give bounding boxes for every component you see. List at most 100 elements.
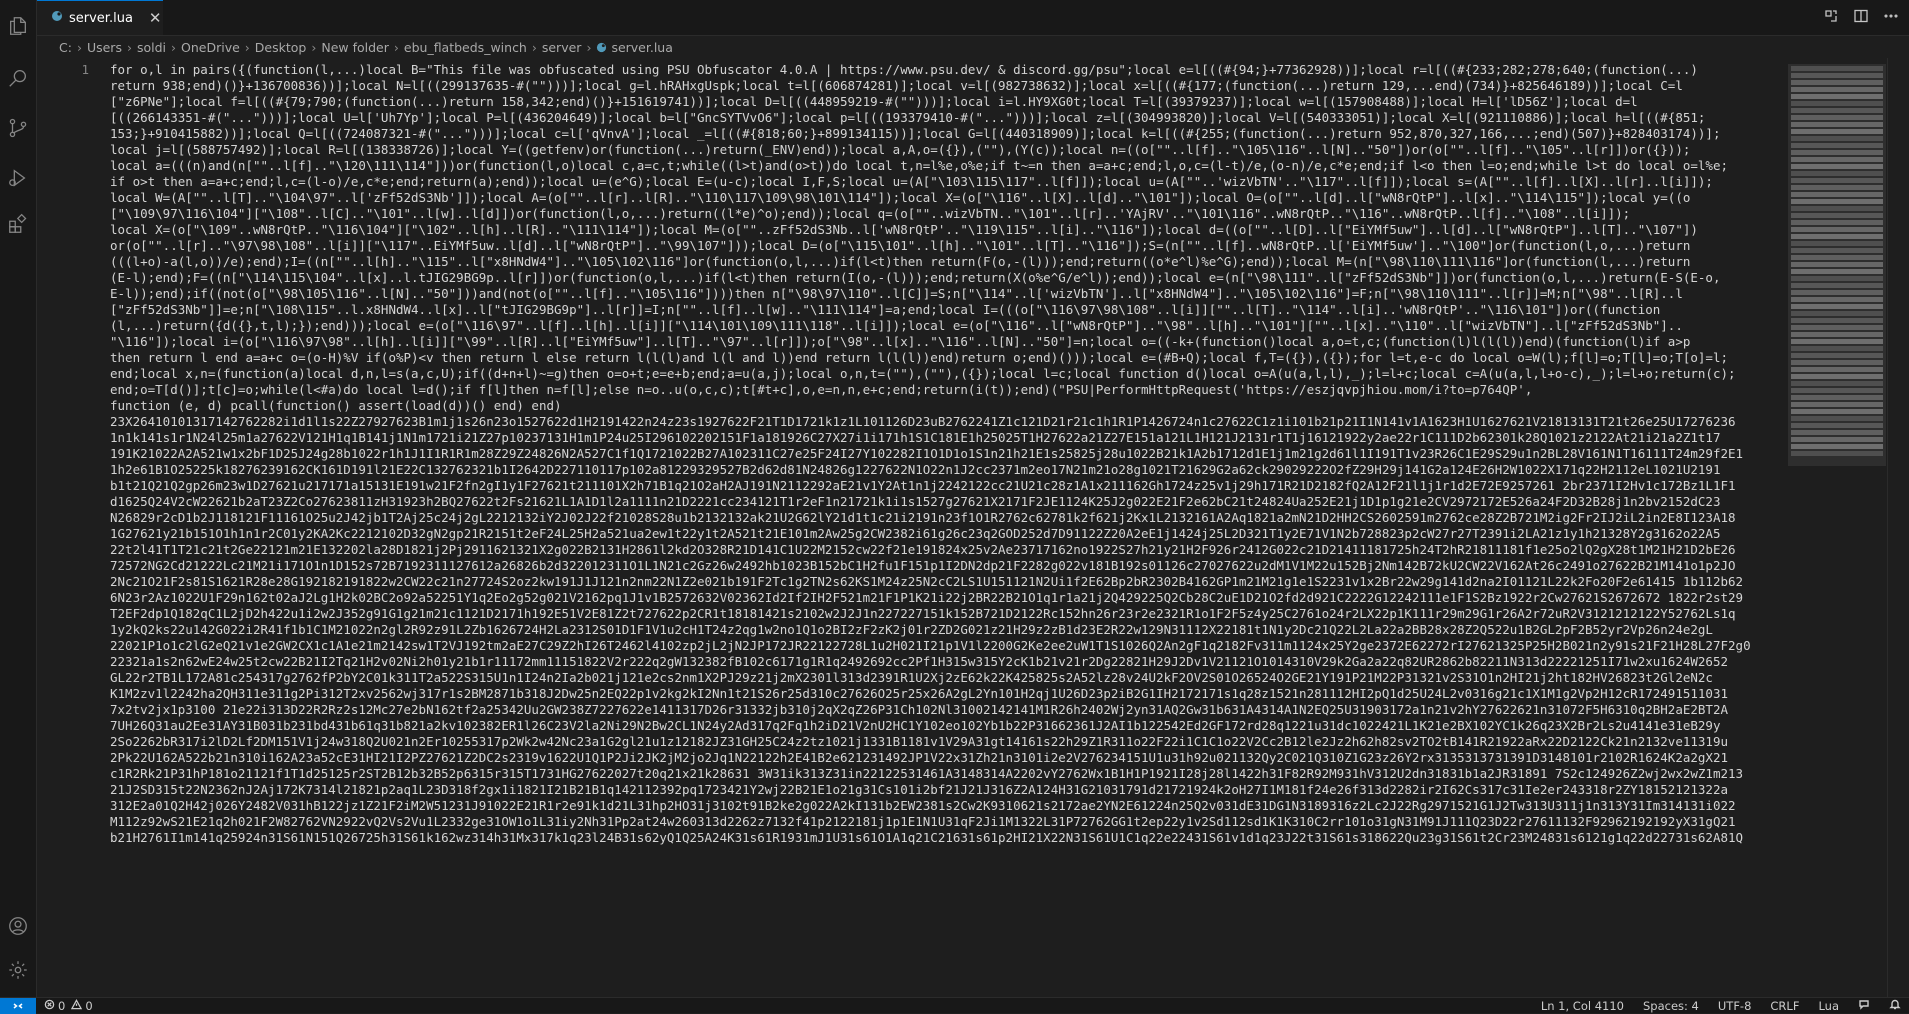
code-line[interactable]: 22021P1o1c2lG2eQ21v1e2GW2CX1c1A1e21m2142… [110,638,1766,654]
minimap-line [1791,199,1883,204]
minimap-line [1791,262,1883,267]
compare-changes-icon[interactable] [1823,8,1839,28]
code-line[interactable]: 2Pk22U162A522b21n310i162A23a52cE31HI21I2… [110,750,1766,766]
encoding[interactable]: UTF-8 [1718,999,1752,1013]
code-line[interactable]: 312E2a01Q2H42j026Y2482V031hB122jz1Z21F2i… [110,798,1766,814]
code-line[interactable]: 2Nc21O21F2s81S1621R28e28G192182191822w2C… [110,574,1766,590]
notifications-bell-icon[interactable] [1889,998,1901,1013]
code-line[interactable]: 7x2tv2jx1p3100 21e22i313D22R2Rz2s12Mc27e… [110,702,1766,718]
end-of-line[interactable]: CRLF [1770,999,1799,1013]
code-line[interactable]: 1y2kQ2ks22u142G022i2R41f1b1C1M21022n2gl2… [110,622,1766,638]
settings-gear-icon[interactable] [0,952,36,988]
minimap-line [1791,178,1883,183]
minimap-line [1791,451,1883,456]
code-line[interactable]: 22t2l41T1T21c21t2Ge22121m21E132202la28D1… [110,542,1766,558]
minimap-line [1791,108,1883,113]
code-line[interactable]: local a=(((n)and(n[""..l[f].."\120\111\1… [110,158,1766,174]
split-editor-icon[interactable] [1853,8,1869,28]
extensions-icon[interactable] [0,206,36,242]
code-line[interactable]: 6N23r2Az1022U1F29n162t02aJ2Lg1H2k02BC2o9… [110,590,1766,606]
code-content[interactable]: for o,l in pairs({(function(l,...)local … [110,62,1766,846]
code-line[interactable]: T2EF2dp1Q182qC1L2jD2h422u1i2w2J352g91G1g… [110,606,1766,622]
breadcrumb-item[interactable]: ebu_flatbeds_winch [404,40,527,55]
cursor-position[interactable]: Ln 1, Col 4110 [1541,999,1624,1013]
remote-indicator-icon[interactable] [0,997,36,1014]
editor-tab-bar: server.lua ✕ [37,0,1909,36]
breadcrumb-item[interactable]: Desktop [255,40,307,55]
code-line[interactable]: b1t21Q21Q2gp26m23w1D27621u217171a15131E1… [110,478,1766,494]
code-line[interactable]: (l,...)return({d({},t,l);});end)));local… [110,318,1766,334]
breadcrumb-item[interactable]: C: [59,40,72,55]
code-line[interactable]: 191K21022A2A521w1x2bF1D25J24g28b1022r1h1… [110,446,1766,462]
problems-indicator[interactable]: 0 0 [44,999,93,1013]
code-line[interactable]: local j=l[(588757492)];local R=l[(138338… [110,142,1766,158]
code-line[interactable]: 1h2e61B1O25225k18276239162CK161D191l21E2… [110,462,1766,478]
code-line[interactable]: 1G27621y21b151O1h1n1r2C01y2KA2Kc2212102D… [110,526,1766,542]
more-actions-icon[interactable] [1883,8,1899,28]
source-control-icon[interactable] [0,110,36,146]
minimap-line [1791,311,1883,316]
minimap[interactable] [1787,58,1887,997]
code-line[interactable]: ["\109\97\116\104"]["\108"..l[C].."\101"… [110,206,1766,222]
language-mode[interactable]: Lua [1818,999,1839,1013]
minimap-line [1791,416,1883,421]
code-line[interactable]: M112z92wS21E21q2h021F2W82762VN2922vQ2Vs2… [110,814,1766,830]
code-editor[interactable]: 1 for o,l in pairs({(function(l,...)loca… [37,58,1787,997]
code-line[interactable]: end;local x,n=(function(a)local d,n,l=s(… [110,366,1766,382]
code-line[interactable]: local X=(o["\109"..wN8rQtP.."\116\104"][… [110,222,1766,238]
run-debug-icon[interactable] [0,160,36,196]
code-line[interactable]: (E-l);end);F=((n["\114\115\104"..l[x]..l… [110,270,1766,286]
code-line[interactable]: d1625Q24V2cW22621b2aT23Z2Co27623811zH319… [110,494,1766,510]
breadcrumb-item[interactable]: OneDrive [181,40,240,55]
minimap-line [1791,248,1883,253]
code-line[interactable]: GL22r2TB1L172A81c254317g2762fP2bY2C01k31… [110,670,1766,686]
indentation[interactable]: Spaces: 4 [1643,999,1699,1013]
close-tab-icon[interactable]: ✕ [149,9,162,27]
minimap-line [1791,388,1883,393]
code-line[interactable]: (((l+o)-a(l,o))/e);end);I=((n[""..l[h]..… [110,254,1766,270]
code-line[interactable]: 2So2262bR317i2lD2Lf2DM151V1j24w318Q2U021… [110,734,1766,750]
code-line[interactable]: 22321a1s2n62wE24w25t2cw22B21I2Tq21H2v02N… [110,654,1766,670]
code-line[interactable]: 7UH26Q31au2Ee31AY31B031b231bd431b61q31b8… [110,718,1766,734]
vertical-scrollbar[interactable] [1887,58,1909,997]
code-line[interactable]: return 938;end)()}+136700836))];local N=… [110,78,1766,94]
code-line[interactable]: c1R2Rk21P31hP181o21121f1T1d25125r2ST2B12… [110,766,1766,782]
code-line[interactable]: 153;}+910415882))];local Q=l[((724087321… [110,126,1766,142]
breadcrumb-item[interactable]: server.lua [611,40,672,55]
minimap-line [1791,297,1883,302]
code-line[interactable]: [((266143351-#("...")))];local U=l['Uh7Y… [110,110,1766,126]
status-right: Ln 1, Col 4110 Spaces: 4 UTF-8 CRLF Lua [1541,998,1901,1013]
breadcrumb-item[interactable]: Users [87,40,122,55]
feedback-icon[interactable] [1858,998,1870,1013]
minimap-line [1791,325,1883,330]
search-icon[interactable] [0,60,36,96]
code-line[interactable]: 21J2SD315t22N2362nJ2Aj172K7314l21821p2aq… [110,782,1766,798]
code-line[interactable]: "\116"]);local i=(o["\116\97\98"..l[h]..… [110,334,1766,350]
code-line[interactable]: local W=(A[""..l[T].."\104\97"..l['zFf52… [110,190,1766,206]
code-line[interactable]: end;o=T[d()];t[c]=o;while(l<#a)do local … [110,382,1766,398]
breadcrumb-item[interactable]: server [542,40,582,55]
code-line[interactable]: ["z6PNe"];local f=l[((#{79;790;(function… [110,94,1766,110]
code-line[interactable]: 23X26410101317142762282i1d1l1s22Z2792762… [110,414,1766,430]
code-line[interactable]: K1M2zv1l2242ha2QH311e311g2Pi312T2xv2562w… [110,686,1766,702]
minimap-line [1791,283,1883,288]
code-line[interactable]: function (e, d) pcall(function() assert(… [110,398,1766,414]
code-line[interactable]: E-l));end);if((not(o["\98\105\116"..l[N]… [110,286,1766,302]
code-line[interactable]: b21H2761I1m141q25924n31S61N151Q26725h31S… [110,830,1766,846]
warning-count: 0 [85,998,93,1013]
minimap-line [1791,318,1883,323]
account-icon[interactable] [0,908,36,944]
code-line[interactable]: if o>t then a=a+c;end;l,c=(l-o)/e,c*e;en… [110,174,1766,190]
code-line[interactable]: ["zFf52dS3Nb"]]=e;n["\108\115"..l.x8HNdW… [110,302,1766,318]
minimap-line [1791,143,1883,148]
code-line[interactable]: 72572NG2Cd21222Lc21M21i171O1n1D152s72B71… [110,558,1766,574]
explorer-icon[interactable] [0,8,36,44]
code-line[interactable]: then return l end a=a+c o=(o-H)%V if(o%P… [110,350,1766,366]
code-line[interactable]: 1n1k141s1r1N24l25m1a27622V121H1q1B141j1N… [110,430,1766,446]
breadcrumb-item[interactable]: soldi [137,40,166,55]
breadcrumb-item[interactable]: New folder [321,40,389,55]
code-line[interactable]: or(o[""..l[r].."\97\98\108"..l[i]]["\117… [110,238,1766,254]
code-line[interactable]: for o,l in pairs({(function(l,...)local … [110,62,1766,78]
code-line[interactable]: N26829r2cD1b2J118121F11161O25u2J42jb1T2A… [110,510,1766,526]
tab-server-lua[interactable]: server.lua ✕ [37,0,163,35]
